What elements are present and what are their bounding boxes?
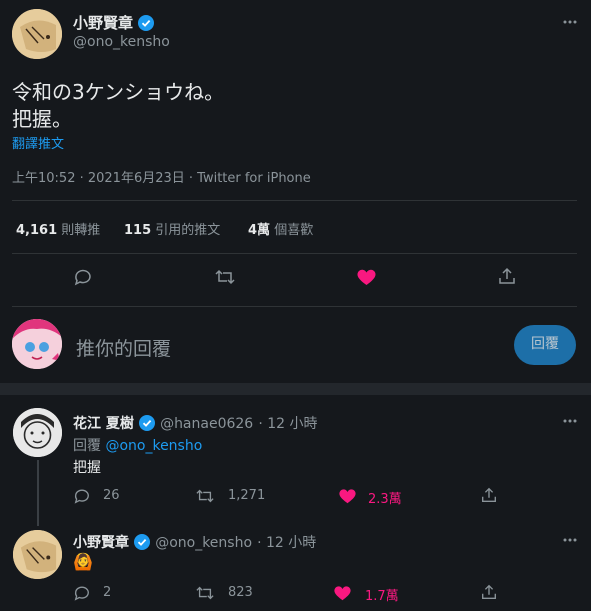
translate-link[interactable]: 翻譯推文 xyxy=(12,133,64,152)
more-options-icon[interactable] xyxy=(562,532,578,548)
reply-icon[interactable] xyxy=(73,584,91,602)
retweets-stat[interactable]: 4,161 則轉推 xyxy=(16,219,100,238)
quotes-label: 引用的推文 xyxy=(155,223,221,238)
reply-button[interactable]: 回覆 xyxy=(514,325,576,365)
reply-emoji: 🙆 xyxy=(73,552,93,571)
reply-icon[interactable] xyxy=(73,487,91,505)
retweet-count: 823 xyxy=(228,585,253,600)
retweet-icon[interactable] xyxy=(195,487,215,505)
author-name[interactable]: 小野賢章 xyxy=(73,14,133,32)
reply-count: 26 xyxy=(103,488,120,503)
reply-author-name[interactable]: 小野賢章 xyxy=(73,535,129,551)
retweet-icon[interactable] xyxy=(195,584,215,602)
reply-time[interactable]: · 12 小時 xyxy=(258,416,317,432)
likes-count: 4萬 xyxy=(248,223,271,238)
like-icon[interactable] xyxy=(338,487,357,505)
reply-author-name[interactable]: 花江 夏樹 xyxy=(73,416,134,432)
like-icon[interactable] xyxy=(333,584,352,602)
likes-stat[interactable]: 4萬 個喜歡 xyxy=(248,219,313,238)
reply-time[interactable]: · 12 小時 xyxy=(257,535,316,551)
verified-icon xyxy=(134,534,151,550)
more-options-icon[interactable] xyxy=(562,14,578,30)
reply-author-handle[interactable]: @ono_kensho xyxy=(155,535,252,551)
share-icon[interactable] xyxy=(480,583,498,601)
tweet-text-line2: 把握。 xyxy=(12,107,72,131)
tweet-text-line1: 令和の3ケンショウね。 xyxy=(12,80,225,104)
reply-count: 2 xyxy=(103,585,112,600)
quotes-count: 115 xyxy=(124,223,152,238)
more-options-icon[interactable] xyxy=(562,413,578,429)
reply-to-prefix: 回覆 xyxy=(73,438,101,454)
user-avatar[interactable] xyxy=(12,319,62,369)
reply-icon[interactable] xyxy=(73,267,93,287)
verified-icon xyxy=(138,415,155,431)
reply-to-handle[interactable]: @ono_kensho xyxy=(105,438,202,454)
retweet-icon[interactable] xyxy=(214,267,236,287)
quotes-stat[interactable]: 115 引用的推文 xyxy=(124,219,220,238)
reply-input[interactable]: 推你的回覆 xyxy=(76,334,171,361)
retweets-count: 4,161 xyxy=(16,223,58,238)
like-count: 1.7萬 xyxy=(365,589,399,604)
reply-author-avatar[interactable] xyxy=(13,530,62,579)
retweet-count: 1,271 xyxy=(228,488,266,503)
share-icon[interactable] xyxy=(497,266,517,286)
share-icon[interactable] xyxy=(480,486,498,504)
likes-label: 個喜歡 xyxy=(274,223,314,238)
reply-author-avatar[interactable] xyxy=(13,408,62,457)
tweet-timestamp[interactable]: 上午10:52 · 2021年6月23日 · Twitter for iPhon… xyxy=(12,167,311,186)
reply-text: 把握 xyxy=(73,460,101,476)
like-icon[interactable] xyxy=(356,267,377,287)
reply-author-handle[interactable]: @hanae0626 xyxy=(160,416,253,432)
retweets-label: 則轉推 xyxy=(61,223,101,238)
like-count: 2.3萬 xyxy=(368,492,402,507)
author-handle[interactable]: @ono_kensho xyxy=(73,34,170,50)
verified-icon xyxy=(138,15,155,31)
author-avatar[interactable] xyxy=(12,9,62,59)
